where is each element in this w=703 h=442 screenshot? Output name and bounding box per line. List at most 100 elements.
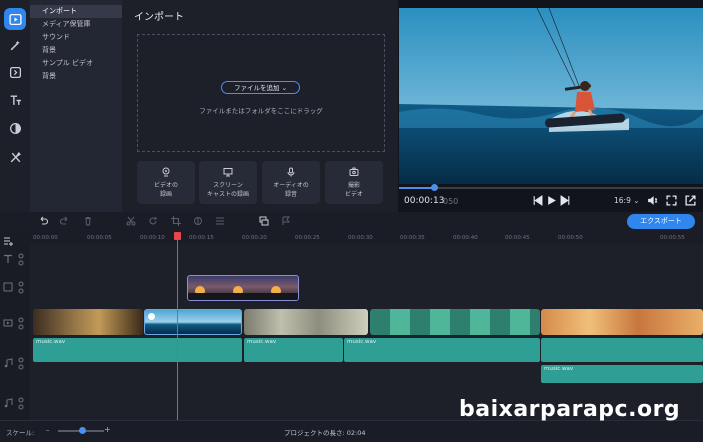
video-clip[interactable]	[244, 309, 368, 335]
drop-hint: ファイルまたはフォルダをここにドラッグ	[199, 107, 323, 115]
category-import[interactable]: インポート	[30, 5, 122, 18]
import-categories: インポート メディア保管庫 サウンド 背景 サンプル ビデオ 背景	[30, 0, 122, 212]
overlay-icon[interactable]	[259, 216, 269, 226]
ruler-tick: 00:00:25	[295, 235, 320, 241]
track-visibility-icon[interactable]	[17, 280, 25, 296]
fullscreen-icon[interactable]	[666, 195, 677, 206]
cut-icon[interactable]	[126, 216, 136, 226]
screencast-button[interactable]: スクリーン キャストの録画	[199, 161, 257, 204]
add-file-button[interactable]: ファイルを追加 ⌄	[221, 81, 300, 94]
category-background-2[interactable]: 背景	[30, 70, 122, 83]
track-visibility-icon[interactable]	[17, 396, 25, 412]
add-file-label: ファイルを追加	[233, 84, 280, 92]
add-track-icon[interactable]	[3, 236, 13, 246]
export-button[interactable]: エクスポート	[627, 214, 695, 229]
webcam-icon	[162, 167, 170, 177]
previous-icon[interactable]	[532, 195, 543, 206]
ruler-tick: 00:00:40	[453, 235, 478, 241]
audio-clip[interactable]: music.wav	[244, 338, 343, 362]
video-clip[interactable]	[370, 309, 540, 335]
undo-icon[interactable]	[38, 216, 48, 226]
track-visibility-icon[interactable]	[17, 316, 25, 332]
overlay-track-icon	[3, 282, 13, 292]
overlay-clip[interactable]	[187, 275, 299, 301]
category-sound[interactable]: サウンド	[30, 31, 122, 44]
title-track-icon	[4, 254, 12, 263]
titles-icon[interactable]	[4, 89, 26, 111]
overlay-clip-thumbnail	[188, 286, 298, 300]
video-clip[interactable]	[33, 309, 143, 335]
project-length: プロジェクトの長さ: 02:04	[284, 429, 366, 437]
track-visibility-icon[interactable]	[17, 356, 25, 372]
kitesurfer-frame	[399, 8, 703, 184]
track-visibility-icon[interactable]	[17, 252, 25, 268]
clip-marker-icon	[148, 313, 155, 320]
aspect-ratio-value: 16:9	[614, 196, 631, 205]
ruler-tick: 00:00:00	[33, 235, 58, 241]
record-video-button[interactable]: ビデオの 録画	[137, 161, 195, 204]
music-clip[interactable]: music.wav	[541, 365, 703, 383]
play-icon[interactable]	[546, 195, 557, 206]
video-track-icon	[3, 319, 13, 327]
tile-label-2: 録音	[284, 191, 297, 198]
detach-icon[interactable]	[685, 195, 696, 206]
color-adjust-icon[interactable]	[193, 216, 203, 226]
magic-wand-icon[interactable]	[4, 34, 26, 56]
rotate-icon[interactable]	[148, 216, 158, 226]
chevron-down-icon: ⌄	[281, 84, 288, 92]
ruler-tick: 00:00:35	[400, 235, 425, 241]
crop-icon[interactable]	[171, 216, 181, 226]
volume-icon[interactable]	[647, 195, 658, 206]
tools-icon[interactable]	[4, 146, 26, 168]
scrub-progress	[399, 187, 435, 189]
timecode-frames: 050	[443, 197, 459, 206]
ruler-tick: 00:00:10	[140, 235, 165, 241]
ruler-tick: 00:00:30	[348, 235, 373, 241]
trash-icon[interactable]	[83, 216, 93, 226]
scrub-track[interactable]	[399, 187, 703, 189]
filters-icon[interactable]	[4, 117, 26, 139]
watermark: baixarparapc.org	[459, 397, 681, 422]
video-preview[interactable]	[399, 8, 703, 184]
audio-clip-label: music.wav	[247, 339, 277, 345]
scrub-handle[interactable]	[431, 184, 438, 191]
redo-icon[interactable]	[60, 216, 70, 226]
video-clip-selected[interactable]	[144, 309, 242, 335]
ruler-tick: 00:00:55	[660, 235, 685, 241]
category-sample-video[interactable]: サンプル ビデオ	[30, 57, 122, 70]
scale-slider-handle[interactable]	[79, 427, 86, 434]
audio-clip[interactable]: music.wav	[33, 338, 242, 362]
playhead-handle[interactable]	[174, 232, 181, 240]
record-audio-button[interactable]: オーディオの 録音	[262, 161, 320, 204]
category-background[interactable]: 背景	[30, 44, 122, 57]
screen-icon	[223, 168, 233, 177]
music-track-icon	[4, 358, 13, 368]
next-icon[interactable]	[560, 195, 571, 206]
audio-clip-label: music.wav	[544, 366, 574, 372]
track-headers	[0, 232, 31, 420]
tile-label-1: オーディオの	[273, 182, 309, 189]
ruler-tick: 00:00:05	[87, 235, 112, 241]
playhead[interactable]	[177, 232, 178, 420]
audio-clip[interactable]: music.wav	[344, 338, 540, 362]
chevron-down-icon: ⌄	[633, 196, 640, 205]
ruler-tick: 00:00:20	[242, 235, 267, 241]
tile-label-2: ビデオ	[344, 191, 363, 198]
left-rail	[0, 0, 30, 212]
list-icon[interactable]	[215, 216, 225, 226]
zoom-out-button[interactable]: –	[46, 426, 50, 434]
transition-icon[interactable]	[4, 61, 26, 83]
audio-clip-label: music.wav	[36, 339, 66, 345]
audio-clip[interactable]	[541, 338, 703, 362]
marker-icon[interactable]	[281, 216, 291, 226]
timecode: 00:00:13	[404, 196, 445, 206]
aspect-ratio-select[interactable]: 16:9 ⌄	[614, 196, 640, 205]
category-media-library[interactable]: メディア保管庫	[30, 18, 122, 31]
zoom-in-button[interactable]: +	[104, 425, 111, 434]
audio-clip-label: music.wav	[347, 339, 377, 345]
tile-label-1: ビデオの	[153, 182, 178, 189]
capture-video-button[interactable]: 撮影 ビデオ	[325, 161, 383, 204]
video-clip[interactable]	[541, 309, 703, 335]
import-icon[interactable]	[4, 8, 26, 30]
music-track-icon	[4, 398, 13, 408]
